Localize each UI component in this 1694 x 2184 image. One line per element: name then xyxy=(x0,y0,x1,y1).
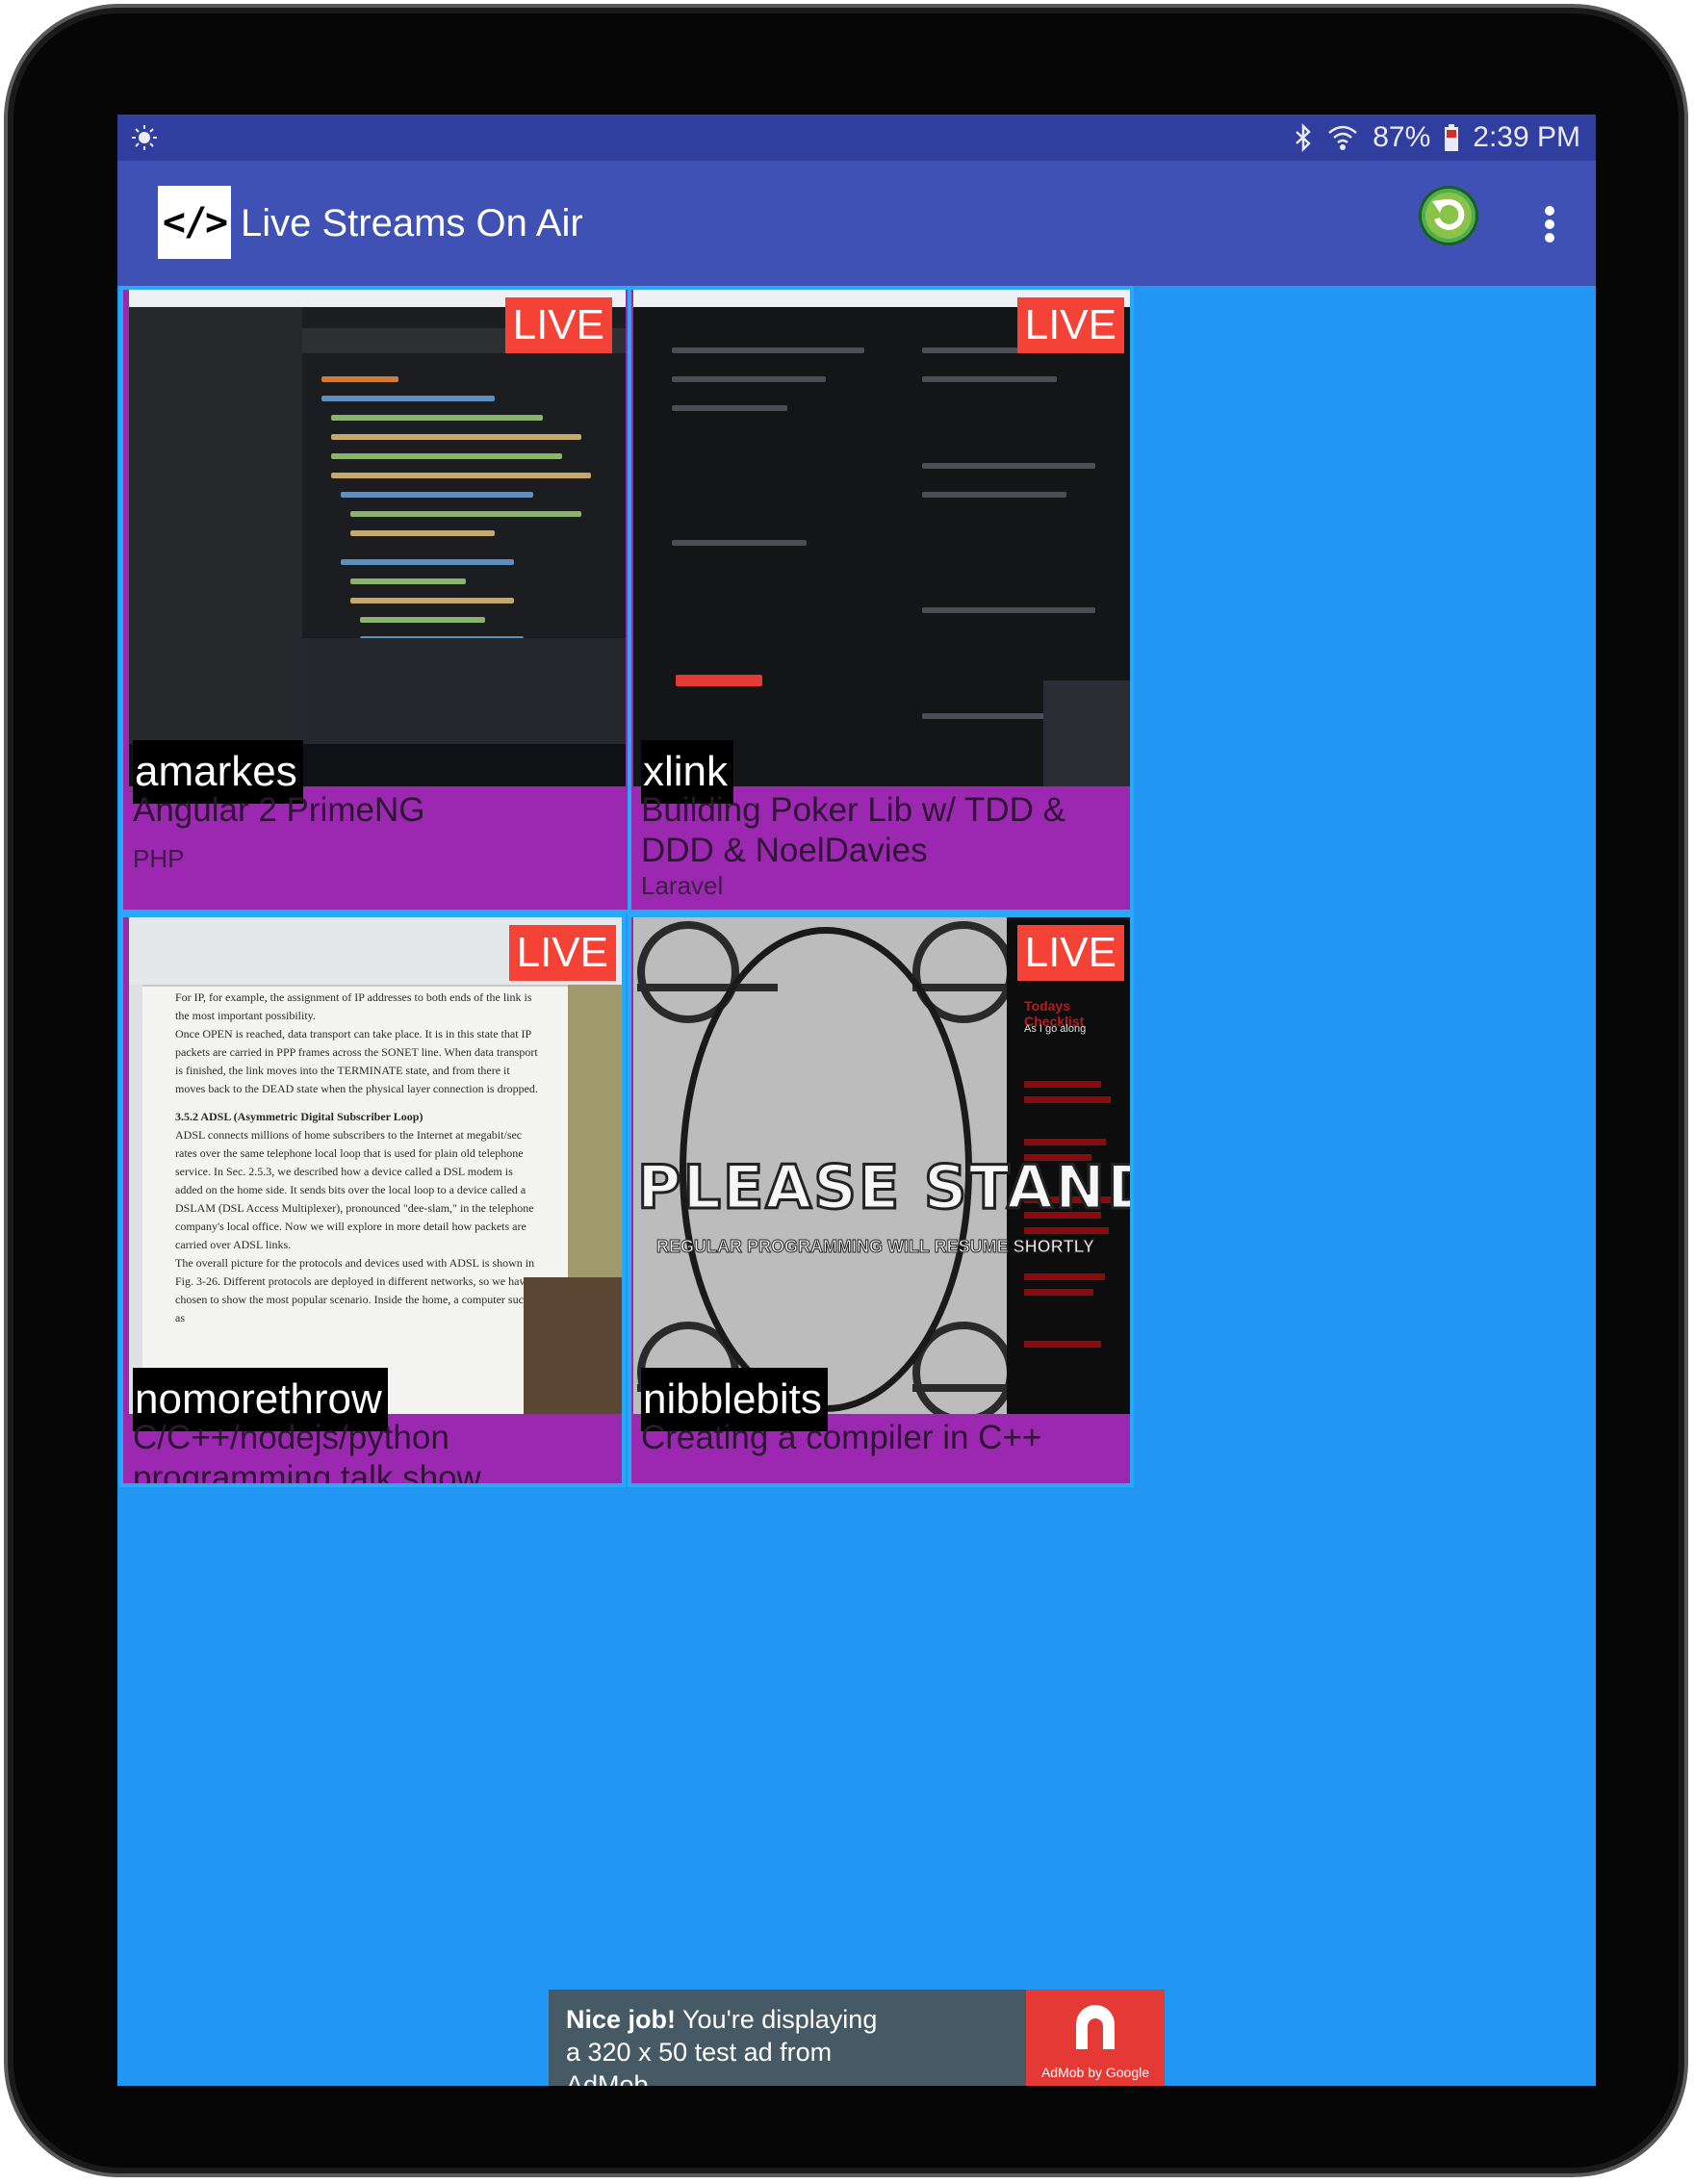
admob-badge: AdMob by Google xyxy=(1026,1990,1165,2086)
stream-card[interactable]: LIVE xlink Building Poker Lib w/ TDD & D… xyxy=(628,286,1134,913)
admob-icon xyxy=(1076,2005,1115,2049)
stream-thumbnail: For IP, for example, the assignment of I… xyxy=(129,917,622,1414)
stream-card[interactable]: For IP, for example, the assignment of I… xyxy=(119,913,626,1487)
live-badge: LIVE xyxy=(1016,925,1124,981)
clock: 2:39 PM xyxy=(1473,121,1580,153)
live-badge: LIVE xyxy=(508,925,616,981)
ad-headline: Nice job! xyxy=(566,2005,677,2034)
brightness-icon xyxy=(132,125,157,150)
bluetooth-icon xyxy=(1296,123,1312,152)
app-title: Live Streams On Air xyxy=(241,202,583,244)
stream-thumbnail: Todays Checklist As I go along PLEASE ST… xyxy=(633,917,1130,1414)
admob-brand: AdMob by Google xyxy=(1040,2065,1150,2080)
battery-percent: 87% xyxy=(1373,121,1431,153)
document-heading: 3.5.2 ADSL (Asymmetric Digital Subscribe… xyxy=(175,1110,424,1123)
stream-thumbnail xyxy=(633,290,1130,786)
please-stand-by-text: PLEASE STAND BY xyxy=(636,1151,1131,1224)
wifi-icon xyxy=(1328,125,1358,150)
app-logo: </> xyxy=(158,186,231,259)
app-bar: </> Live Streams On Air xyxy=(117,161,1596,286)
stream-title: Building Poker Lib w/ TDD & DDD & NoelDa… xyxy=(641,791,1065,869)
document-paragraph: ADSL connects millions of home subscribe… xyxy=(175,1128,534,1251)
status-bar: 87% 2:39 PM xyxy=(117,115,1596,161)
tablet-frame: 87% 2:39 PM </> Live Streams On Air LIVE… xyxy=(4,4,1688,2177)
document-paragraph: The overall picture for the protocols an… xyxy=(175,1256,535,1324)
admob-test-ad[interactable]: Nice job! You're displaying a 320 x 50 t… xyxy=(549,1990,1165,2086)
live-badge: LIVE xyxy=(1016,297,1124,353)
stream-language: Laravel xyxy=(641,871,724,900)
stream-title: C/C++/nodejs/python programming talk sho… xyxy=(133,1419,481,1487)
document-paragraph: For IP, for example, the assignment of I… xyxy=(175,990,532,1022)
ad-banner-bar: Nice job! You're displaying a 320 x 50 t… xyxy=(117,1990,1596,2086)
live-badge: LIVE xyxy=(504,297,612,353)
stream-language: PHP xyxy=(133,844,185,873)
screen: 87% 2:39 PM </> Live Streams On Air LIVE… xyxy=(117,115,1596,2086)
more-vert-icon[interactable] xyxy=(1530,203,1569,245)
stream-thumbnail xyxy=(129,290,626,786)
battery-icon xyxy=(1445,124,1459,151)
resume-shortly-text: REGULAR PROGRAMMING WILL RESUME SHORTLY xyxy=(655,1237,1095,1257)
checklist-subtitle: As I go along xyxy=(1024,1023,1087,1035)
stream-card[interactable]: Todays Checklist As I go along PLEASE ST… xyxy=(628,913,1134,1487)
document-paragraph: Once OPEN is reached, data transport can… xyxy=(175,1027,538,1095)
stream-title: Creating a compiler in C++ xyxy=(641,1419,1042,1456)
ad-text: Nice job! You're displaying a 320 x 50 t… xyxy=(566,2003,884,2086)
refresh-icon[interactable] xyxy=(1417,184,1480,247)
